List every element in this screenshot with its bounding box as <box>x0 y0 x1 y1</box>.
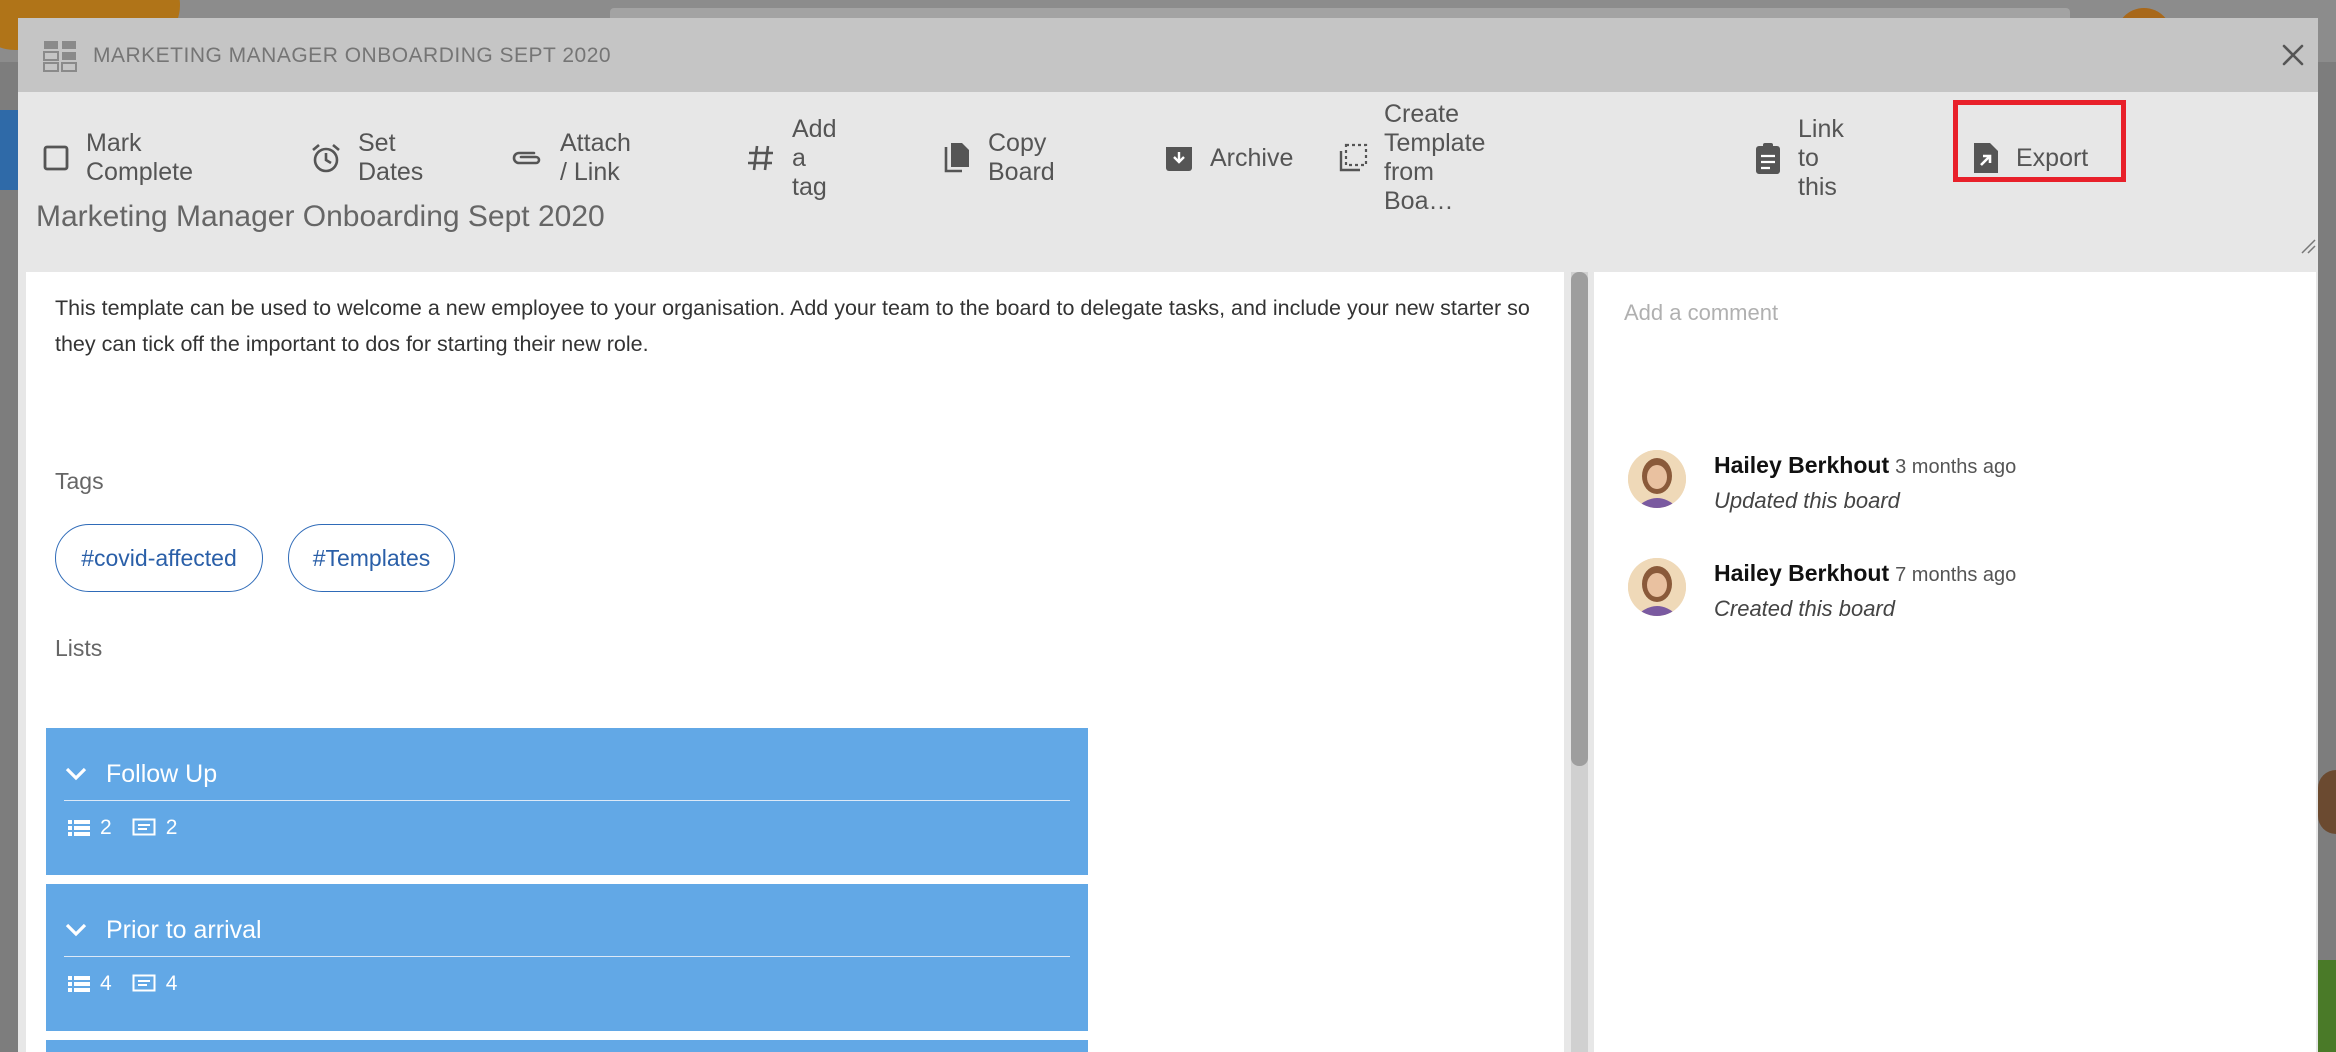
chevron-down-icon[interactable] <box>64 766 88 782</box>
activity-text: Created this board <box>1714 596 1895 621</box>
copy-board-button[interactable]: Copy Board <box>942 118 1055 198</box>
add-tag-button[interactable]: Add a tag <box>746 115 836 201</box>
comment-icon <box>132 974 156 992</box>
list-meta: 4 4 <box>68 972 187 996</box>
activity-user-name[interactable]: Hailey Berkhout <box>1714 560 1889 586</box>
board-details-modal: MARKETING MANAGER ONBOARDING SEPT 2020 M… <box>18 18 2318 1052</box>
activity-time: 3 months ago <box>1895 456 2017 478</box>
tags-heading: Tags <box>55 468 104 494</box>
export-icon <box>1974 143 1998 173</box>
set-dates-button[interactable]: Set Dates <box>310 118 423 198</box>
avatar[interactable] <box>1628 558 1686 616</box>
board-description[interactable]: This template can be used to welcome a n… <box>55 290 1564 362</box>
mark-complete-label: Mark Complete <box>86 129 193 186</box>
template-icon <box>1339 143 1368 172</box>
modal-header: MARKETING MANAGER ONBOARDING SEPT 2020 <box>18 18 2318 92</box>
link-to-this-label: Link to this <box>1798 114 1844 201</box>
comment-count: 2 <box>165 816 178 839</box>
list-title: Follow Up <box>106 759 218 788</box>
comment-input[interactable] <box>1622 292 2286 334</box>
archive-button[interactable]: Archive <box>1164 118 1293 198</box>
add-tag-label: Add a tag <box>792 114 837 201</box>
activity-user[interactable]: Hailey Berkhout 3 months ago <box>1714 452 2016 479</box>
mark-complete-button[interactable]: Mark Complete <box>42 118 193 198</box>
close-icon[interactable] <box>2280 42 2306 68</box>
checkbox-icon <box>43 145 69 171</box>
board-icon <box>43 41 77 72</box>
background-green-block <box>2316 960 2336 1052</box>
alarm-clock-icon <box>312 144 340 173</box>
hashtag-icon <box>748 145 773 171</box>
list-meta: 2 2 <box>68 816 187 840</box>
activity-user[interactable]: Hailey Berkhout 7 months ago <box>1714 560 2016 587</box>
board-name[interactable]: Marketing Manager Onboarding Sept 2020 <box>36 200 605 234</box>
archive-icon <box>1166 147 1192 171</box>
background-side-tab <box>0 110 20 190</box>
list-header[interactable]: Prior to arrival <box>64 904 1070 957</box>
activity-item: Hailey Berkhout 3 months ago Updated this… <box>1628 450 2288 520</box>
create-template-label: Create Template from Boa… <box>1384 100 1486 215</box>
task-count: 4 <box>100 972 112 995</box>
modal-header-title: MARKETING MANAGER ONBOARDING SEPT 2020 <box>93 44 612 67</box>
list-item[interactable]: Prior to arrival 4 4 <box>46 884 1088 1031</box>
create-template-button[interactable]: Create Template from Boa… <box>1338 100 1485 215</box>
scrollbar-thumb[interactable] <box>1571 272 1588 766</box>
list-item[interactable] <box>46 1040 1088 1052</box>
activity-time: 7 months ago <box>1895 564 2017 586</box>
avatar[interactable] <box>1628 450 1686 508</box>
chevron-down-icon[interactable] <box>64 922 88 938</box>
comment-count: 4 <box>165 972 178 995</box>
list-item[interactable]: Follow Up 2 2 <box>46 728 1088 875</box>
export-button[interactable]: Export <box>1972 118 2088 198</box>
attach-link-button[interactable]: Attach / Link <box>510 118 631 198</box>
attach-link-label: Attach / Link <box>560 129 631 186</box>
archive-label: Archive <box>1210 143 1294 172</box>
comments-panel: Hailey Berkhout 3 months ago Updated this… <box>1594 272 2316 1052</box>
task-list-icon <box>68 820 90 836</box>
background-right-avatar <box>2318 770 2336 834</box>
activity-text: Updated this board <box>1714 488 1900 513</box>
activity-item: Hailey Berkhout 7 months ago Created this… <box>1628 558 2288 628</box>
resize-handle-icon[interactable] <box>2298 236 2316 254</box>
clipboard-icon <box>1756 143 1780 174</box>
list-header[interactable]: Follow Up <box>64 748 1070 801</box>
copy-board-label: Copy Board <box>988 129 1055 186</box>
set-dates-label: Set Dates <box>358 129 424 186</box>
tag-templates[interactable]: #Templates <box>288 524 455 592</box>
task-list-icon <box>68 976 90 992</box>
export-label: Export <box>2016 143 2089 172</box>
paperclip-icon <box>512 151 541 165</box>
lists-heading: Lists <box>55 635 103 661</box>
link-to-this-button[interactable]: Link to this <box>1754 115 1844 201</box>
user-avatar-icon <box>1628 450 1686 508</box>
user-avatar-icon <box>1628 558 1686 616</box>
board-details-panel: This template can be used to welcome a n… <box>26 272 1564 1052</box>
task-count: 2 <box>100 816 112 839</box>
tag-covid-affected[interactable]: #covid-affected <box>55 524 263 592</box>
activity-user-name[interactable]: Hailey Berkhout <box>1714 452 1889 478</box>
copy-icon <box>944 143 969 173</box>
list-title: Prior to arrival <box>106 915 262 944</box>
comment-icon <box>132 818 156 836</box>
